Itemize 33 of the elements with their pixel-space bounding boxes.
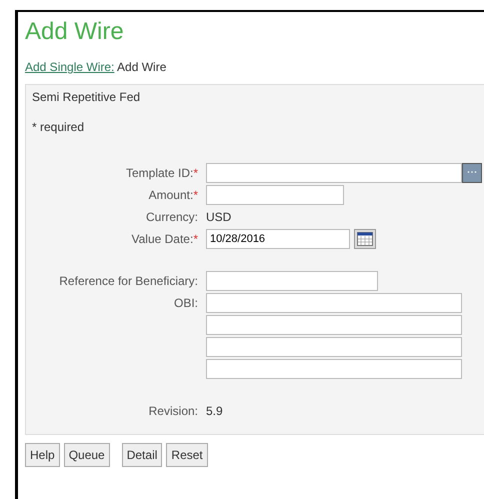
more-icon <box>467 170 477 174</box>
form-button[interactable]: Help <box>25 443 60 467</box>
page-title: Add Wire <box>25 18 125 46</box>
form-button[interactable]: Reset <box>166 443 208 467</box>
input-field[interactable] <box>206 315 462 335</box>
calendar-button[interactable] <box>354 229 376 249</box>
field-label: Value Date: <box>132 232 194 246</box>
form-button[interactable]: Queue <box>64 443 110 467</box>
input-field[interactable] <box>206 185 344 205</box>
field-label: Amount: <box>148 188 194 202</box>
field-label: Reference for Beneficiary: <box>59 274 198 288</box>
field-label: Template ID: <box>126 166 194 180</box>
field-label: OBI: <box>174 296 198 310</box>
panel-heading: Semi Repetitive Fed <box>32 89 142 106</box>
field-label: Currency: <box>146 210 198 224</box>
required-asterisk: * <box>193 232 198 246</box>
required-asterisk: * <box>193 166 198 180</box>
field-value: 5.9 <box>206 403 223 420</box>
input-field[interactable] <box>206 271 378 291</box>
field-value: USD <box>206 209 232 226</box>
form-button[interactable]: Detail <box>122 443 162 467</box>
calendar-icon <box>357 232 373 246</box>
input-field[interactable]: 10/28/2016 <box>206 229 350 249</box>
field-label: Revision: <box>148 404 198 418</box>
lookup-button[interactable] <box>462 163 482 183</box>
input-field[interactable] <box>206 293 462 313</box>
input-field[interactable] <box>206 359 462 379</box>
breadcrumb-link[interactable]: Add Single Wire: <box>25 60 114 74</box>
required-asterisk: * <box>193 188 198 202</box>
breadcrumb-current: Add Wire <box>117 60 166 74</box>
required-note: * required <box>32 119 86 136</box>
input-field[interactable] <box>206 337 462 357</box>
input-field[interactable] <box>206 163 462 183</box>
